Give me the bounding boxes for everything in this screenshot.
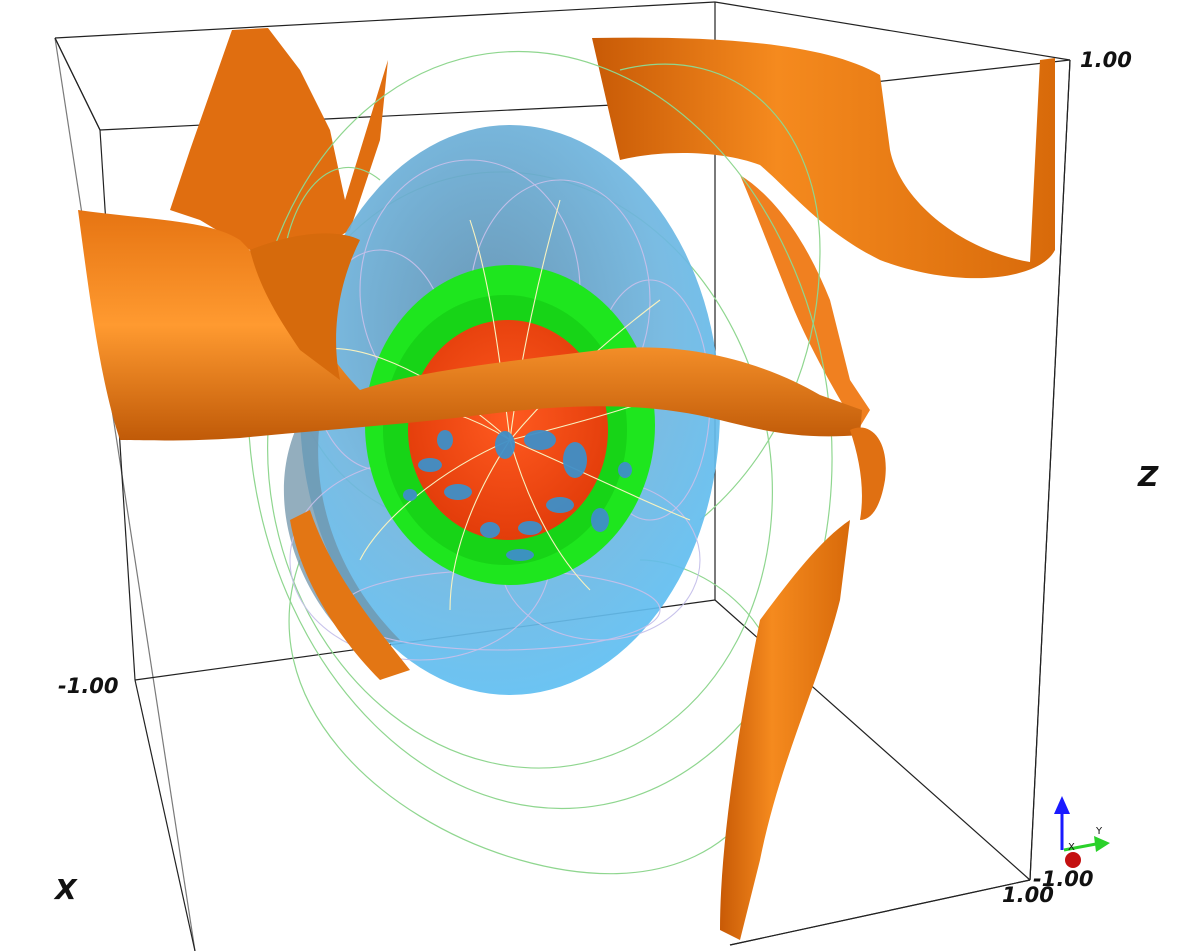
triad-x-label: X — [1068, 842, 1075, 853]
triad-y-label: Y — [1096, 826, 1103, 837]
orientation-triad: Y X — [1040, 790, 1120, 870]
orientation-triad-icon — [1054, 796, 1110, 868]
axis-label-x: X — [55, 873, 77, 906]
3d-render-canvas[interactable] — [0, 0, 1180, 951]
axis-label-z: Z — [1138, 460, 1159, 493]
tick-label-x-min: -1.00 — [58, 674, 119, 698]
tick-label-x-max: 1.00 — [1002, 883, 1054, 907]
tick-label-z-max: 1.00 — [1080, 48, 1132, 72]
